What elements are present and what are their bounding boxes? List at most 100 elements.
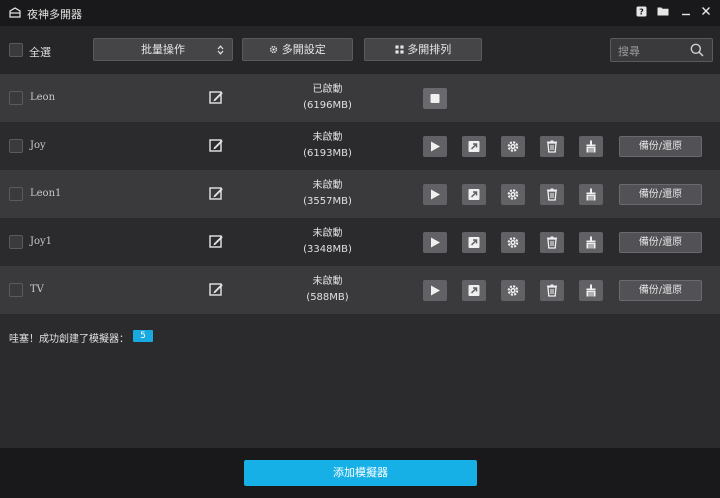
select-all-label: 全選 (29, 46, 51, 59)
shortcut-button[interactable] (462, 136, 486, 157)
search-box[interactable] (610, 38, 713, 62)
shortcut-icon (468, 237, 480, 248)
shortcut-icon (468, 141, 480, 152)
instance-status: 未啟動 (6193MB) (280, 130, 375, 162)
multi-settings-button[interactable]: 多開設定 (242, 38, 353, 61)
select-all-checkbox[interactable] (9, 43, 23, 57)
gear-icon (507, 189, 519, 200)
settings-button[interactable] (501, 184, 525, 205)
status-text: 未啟動 (312, 132, 343, 143)
trash-icon (547, 236, 557, 249)
clean-button[interactable] (579, 232, 603, 253)
stop-button[interactable] (423, 88, 447, 109)
shortcut-button[interactable] (462, 184, 486, 205)
shortcut-button[interactable] (462, 280, 486, 301)
status-text: 未啟動 (312, 180, 343, 191)
instance-row: Leon1 未啟動 (3557MB) 備份/還原 (0, 170, 720, 218)
minimize-icon[interactable] (679, 6, 693, 20)
broom-icon (586, 188, 596, 201)
row-checkbox[interactable] (9, 91, 23, 105)
close-icon[interactable] (699, 6, 713, 20)
shortcut-icon (468, 189, 480, 200)
instance-row: Leon 已啟動 (6196MB) (0, 74, 720, 122)
status-text: 已啟動 (312, 84, 343, 95)
gear-icon (270, 45, 278, 54)
title-bar: 夜神多開器 ? (0, 0, 720, 26)
memory-text: (3557MB) (303, 196, 352, 207)
svg-text:?: ? (639, 8, 644, 17)
multi-arrange-button[interactable]: 多開排列 (364, 38, 482, 61)
instance-row: Joy1 未啟動 (3348MB) 備份/還原 (0, 218, 720, 266)
help-icon[interactable]: ? (634, 6, 648, 20)
start-button[interactable] (423, 232, 447, 253)
gear-icon (507, 285, 519, 296)
grid-icon (395, 45, 404, 54)
backup-restore-button[interactable]: 備份/還原 (619, 184, 702, 205)
instance-status: 已啟動 (6196MB) (280, 82, 375, 114)
instance-row: Joy 未啟動 (6193MB) 備份/還原 (0, 122, 720, 170)
delete-button[interactable] (540, 280, 564, 301)
status-text: 未啟動 (312, 276, 343, 287)
start-button[interactable] (423, 136, 447, 157)
play-icon (431, 141, 440, 152)
broom-icon (586, 284, 596, 297)
stop-icon (430, 94, 440, 103)
add-emulator-button[interactable]: 添加模擬器 (244, 460, 477, 486)
clean-button[interactable] (579, 184, 603, 205)
memory-text: (6196MB) (303, 100, 352, 111)
instance-name: Leon (30, 92, 56, 103)
edit-icon[interactable] (209, 186, 224, 201)
backup-restore-button[interactable]: 備份/還原 (619, 280, 702, 301)
row-checkbox[interactable] (9, 235, 23, 249)
broom-icon (586, 140, 596, 153)
row-checkbox[interactable] (9, 283, 23, 297)
multi-arrange-label: 多開排列 (407, 43, 452, 56)
instance-name: Leon1 (30, 188, 62, 199)
play-icon (431, 237, 440, 248)
broom-icon (586, 236, 596, 249)
backup-restore-button[interactable]: 備份/還原 (619, 136, 702, 157)
folder-icon[interactable] (656, 6, 670, 20)
memory-text: (588MB) (306, 292, 349, 303)
trash-icon (547, 188, 557, 201)
start-button[interactable] (423, 280, 447, 301)
window-title: 夜神多開器 (27, 8, 82, 21)
gear-icon (507, 141, 519, 152)
play-icon (431, 189, 440, 200)
settings-button[interactable] (501, 232, 525, 253)
chevron-updown-icon (217, 45, 224, 55)
shortcut-button[interactable] (462, 232, 486, 253)
trash-icon (547, 140, 557, 153)
edit-icon[interactable] (209, 90, 224, 105)
search-icon[interactable] (690, 43, 704, 57)
instance-count-badge: 5 (133, 330, 153, 342)
row-checkbox[interactable] (9, 187, 23, 201)
settings-button[interactable] (501, 280, 525, 301)
delete-button[interactable] (540, 136, 564, 157)
row-checkbox[interactable] (9, 139, 23, 153)
batch-operation-dropdown[interactable]: 批量操作 (93, 38, 233, 61)
app-logo-icon (9, 7, 21, 18)
settings-button[interactable] (501, 136, 525, 157)
instance-status: 未啟動 (3557MB) (280, 178, 375, 210)
start-button[interactable] (423, 184, 447, 205)
delete-button[interactable] (540, 232, 564, 253)
status-text: 未啟動 (312, 228, 343, 239)
delete-button[interactable] (540, 184, 564, 205)
instance-name: TV (30, 284, 44, 295)
instance-status: 未啟動 (3348MB) (280, 226, 375, 258)
memory-text: (3348MB) (303, 244, 352, 255)
instance-name: Joy1 (30, 236, 53, 247)
batch-operation-label: 批量操作 (141, 43, 185, 56)
edit-icon[interactable] (209, 138, 224, 153)
play-icon (431, 285, 440, 296)
edit-icon[interactable] (209, 282, 224, 297)
edit-icon[interactable] (209, 234, 224, 249)
multi-settings-label: 多開設定 (281, 43, 326, 56)
instance-row: TV 未啟動 (588MB) 備份/還原 (0, 266, 720, 314)
backup-restore-button[interactable]: 備份/還原 (619, 232, 702, 253)
search-input[interactable] (616, 42, 690, 60)
clean-button[interactable] (579, 280, 603, 301)
clean-button[interactable] (579, 136, 603, 157)
success-message: 哇塞！成功創建了模擬器： (9, 334, 129, 345)
